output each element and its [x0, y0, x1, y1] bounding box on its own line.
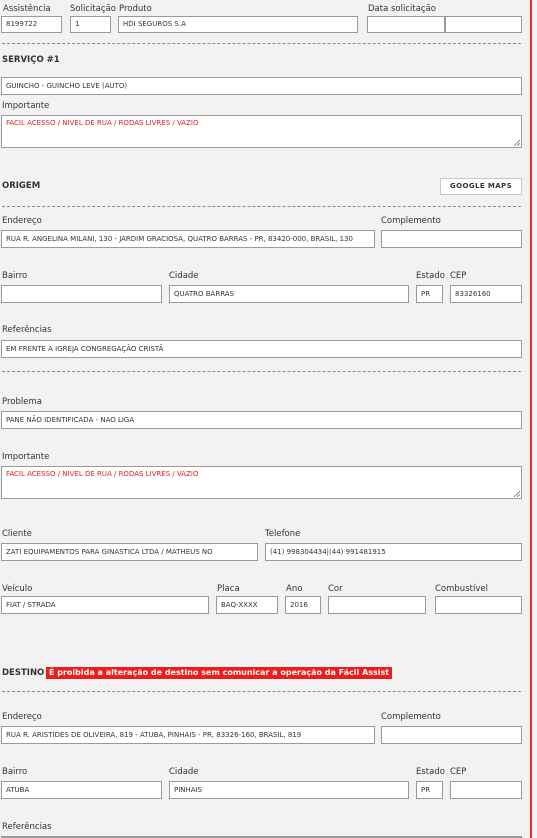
produto-field[interactable]: HDI SEGUROS S.A — [118, 16, 358, 33]
origem-cep-label: CEP — [450, 271, 467, 281]
page-edge-line — [530, 0, 532, 838]
destino-bairro-field[interactable]: ATUBA — [1, 781, 162, 799]
data-solicitacao-label: Data solicitação — [368, 4, 437, 14]
combustivel-label: Combustível — [435, 584, 488, 594]
servico-importante-label: Importante — [2, 101, 50, 111]
destino-complemento-label: Complemento — [381, 712, 441, 722]
destino-cidade-label: Cidade — [169, 767, 199, 777]
resize-handle-icon[interactable] — [513, 139, 520, 146]
destino-title: DESTINO — [2, 668, 45, 678]
destino-cep-label: CEP — [450, 767, 467, 777]
assistencia-field[interactable]: 8199722 — [1, 16, 62, 33]
cor-field[interactable] — [328, 596, 426, 614]
servico-title: SERVIÇO #1 — [2, 55, 60, 65]
veiculo-label: Veículo — [2, 584, 33, 594]
origem-referencias-label: Referências — [2, 325, 52, 335]
problema-field[interactable]: PANE NÃO IDENTIFICADA - NAO LIGA — [1, 411, 522, 429]
veiculo-field[interactable]: FIAT / STRADA — [1, 596, 209, 614]
origem-bairro-label: Bairro — [2, 271, 28, 281]
ano-field[interactable]: 2016 — [285, 596, 321, 614]
placa-field[interactable]: BAQ-XXXX — [216, 596, 278, 614]
placa-label: Placa — [217, 584, 240, 594]
hora-solicitacao-field[interactable] — [445, 16, 522, 33]
problema-importante-textarea[interactable]: FACIL ACESSO / NIVEL DE RUA / RODAS LIVR… — [1, 466, 522, 499]
assistencia-label: Assistência — [3, 4, 51, 14]
origem-complemento-field[interactable] — [381, 230, 522, 248]
data-solicitacao-field[interactable] — [367, 16, 445, 33]
destino-referencias-label: Referências — [2, 822, 52, 832]
divider — [2, 691, 521, 692]
origem-referencias-field[interactable]: EM FRENTE A IGREJA CONGREGAÇÃO CRISTÃ — [1, 340, 522, 358]
solicitacao-label: Solicitação — [70, 4, 116, 14]
divider — [2, 371, 521, 372]
servico-field[interactable]: GUINCHO - GUINCHO LEVE (AUTO) — [1, 77, 522, 95]
servico-importante-textarea[interactable]: FACIL ACESSO / NIVEL DE RUA / RODAS LIVR… — [1, 115, 522, 148]
problema-importante-label: Importante — [2, 452, 50, 462]
telefone-field[interactable]: (41) 998304434|(44) 991481915 — [265, 543, 522, 561]
problema-importante-text: FACIL ACESSO / NIVEL DE RUA / RODAS LIVR… — [6, 470, 199, 478]
divider — [2, 43, 521, 44]
destino-warning-badge: É proibida a alteração de destino sem co… — [46, 667, 393, 679]
destino-cep-field[interactable] — [450, 781, 522, 799]
resize-handle-icon[interactable] — [513, 490, 520, 497]
cor-label: Cor — [328, 584, 343, 594]
origem-bairro-field[interactable] — [1, 285, 162, 303]
divider — [2, 206, 521, 207]
google-maps-button[interactable]: GOOGLE MAPS — [440, 178, 522, 195]
destino-estado-label: Estado — [416, 767, 445, 777]
ano-label: Ano — [286, 584, 303, 594]
origem-endereco-field[interactable]: RUA R. ANGELINA MILANI, 130 - JARDIM GRA… — [1, 230, 375, 248]
telefone-label: Telefone — [265, 529, 301, 539]
combustivel-field[interactable] — [435, 596, 522, 614]
origem-endereco-label: Endereço — [2, 216, 42, 226]
origem-title: ORIGEM — [2, 181, 41, 191]
origem-complemento-label: Complemento — [381, 216, 441, 226]
produto-label: Produto — [119, 4, 152, 14]
problema-label: Problema — [2, 397, 42, 407]
solicitacao-field[interactable]: 1 — [70, 16, 111, 33]
cliente-label: Cliente — [2, 529, 32, 539]
origem-cidade-field[interactable]: QUATRO BARRAS — [169, 285, 409, 303]
servico-importante-text: FACIL ACESSO / NIVEL DE RUA / RODAS LIVR… — [6, 119, 199, 127]
destino-complemento-field[interactable] — [381, 726, 522, 744]
origem-estado-field[interactable]: PR — [416, 285, 443, 303]
destino-endereco-field[interactable]: RUA R. ARISTÍDES DE OLIVEIRA, 819 - ATUB… — [1, 726, 375, 744]
origem-estado-label: Estado — [416, 271, 445, 281]
origem-cep-field[interactable]: 83326160 — [450, 285, 522, 303]
destino-estado-field[interactable]: PR — [416, 781, 443, 799]
origem-cidade-label: Cidade — [169, 271, 199, 281]
destino-cidade-field[interactable]: PINHAIS — [169, 781, 409, 799]
cliente-field[interactable]: ZATI EQUIPAMENTOS PARA GINASTICA LTDA / … — [1, 543, 258, 561]
destino-endereco-label: Endereço — [2, 712, 42, 722]
destino-bairro-label: Bairro — [2, 767, 28, 777]
